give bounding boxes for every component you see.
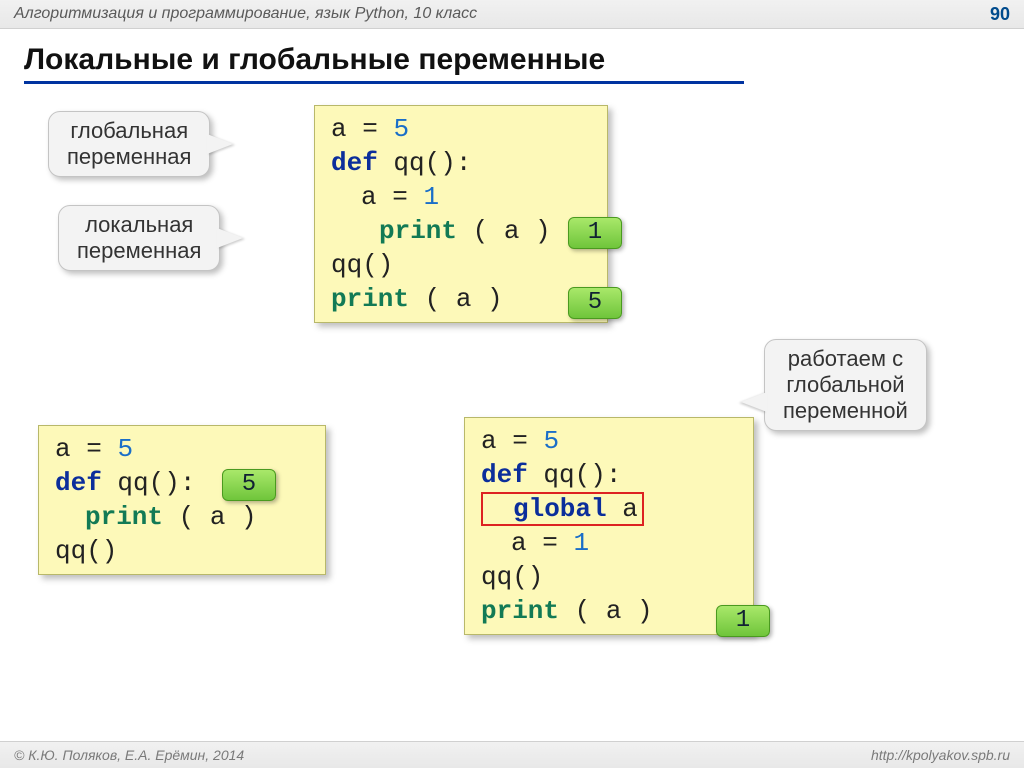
footer-copyright: © К.Ю. Поляков, Е.А. Ерёмин, 2014 — [14, 747, 244, 763]
slide-header: Алгоритмизация и программирование, язык … — [0, 0, 1024, 29]
callout-text: работаем с глобальной переменной — [783, 346, 908, 423]
output-badge-1b: 5 — [568, 287, 622, 319]
slide-footer: © К.Ю. Поляков, Е.А. Ерёмин, 2014 http:/… — [0, 741, 1024, 768]
output-badge-1a: 1 — [568, 217, 622, 249]
code-block-1: a = 5 def qq(): a = 1 print ( a ) qq() p… — [314, 105, 608, 323]
output-badge-2: 5 — [222, 469, 276, 501]
callout-tail-icon — [741, 392, 767, 412]
callout-tail-icon — [217, 228, 243, 248]
code-block-2: a = 5 def qq(): print ( a ) qq() — [38, 425, 326, 575]
slide-content: Локальные и глобальные переменные a = 5 … — [0, 29, 1024, 749]
slide-number: 90 — [990, 4, 1010, 25]
callout-work-global: работаем с глобальной переменной — [764, 339, 927, 431]
callout-global-var: глобальная переменная — [48, 111, 210, 177]
footer-url: http://kpolyakov.spb.ru — [871, 747, 1010, 763]
page-title: Локальные и глобальные переменные — [24, 43, 744, 84]
callout-local-var: локальная переменная — [58, 205, 220, 271]
callout-text: локальная переменная — [77, 212, 201, 263]
output-badge-3: 1 — [716, 605, 770, 637]
callout-tail-icon — [207, 134, 233, 154]
callout-text: глобальная переменная — [67, 118, 191, 169]
course-title: Алгоритмизация и программирование, язык … — [14, 5, 477, 23]
code-block-3: a = 5 def qq(): global a a = 1 qq() prin… — [464, 417, 754, 635]
